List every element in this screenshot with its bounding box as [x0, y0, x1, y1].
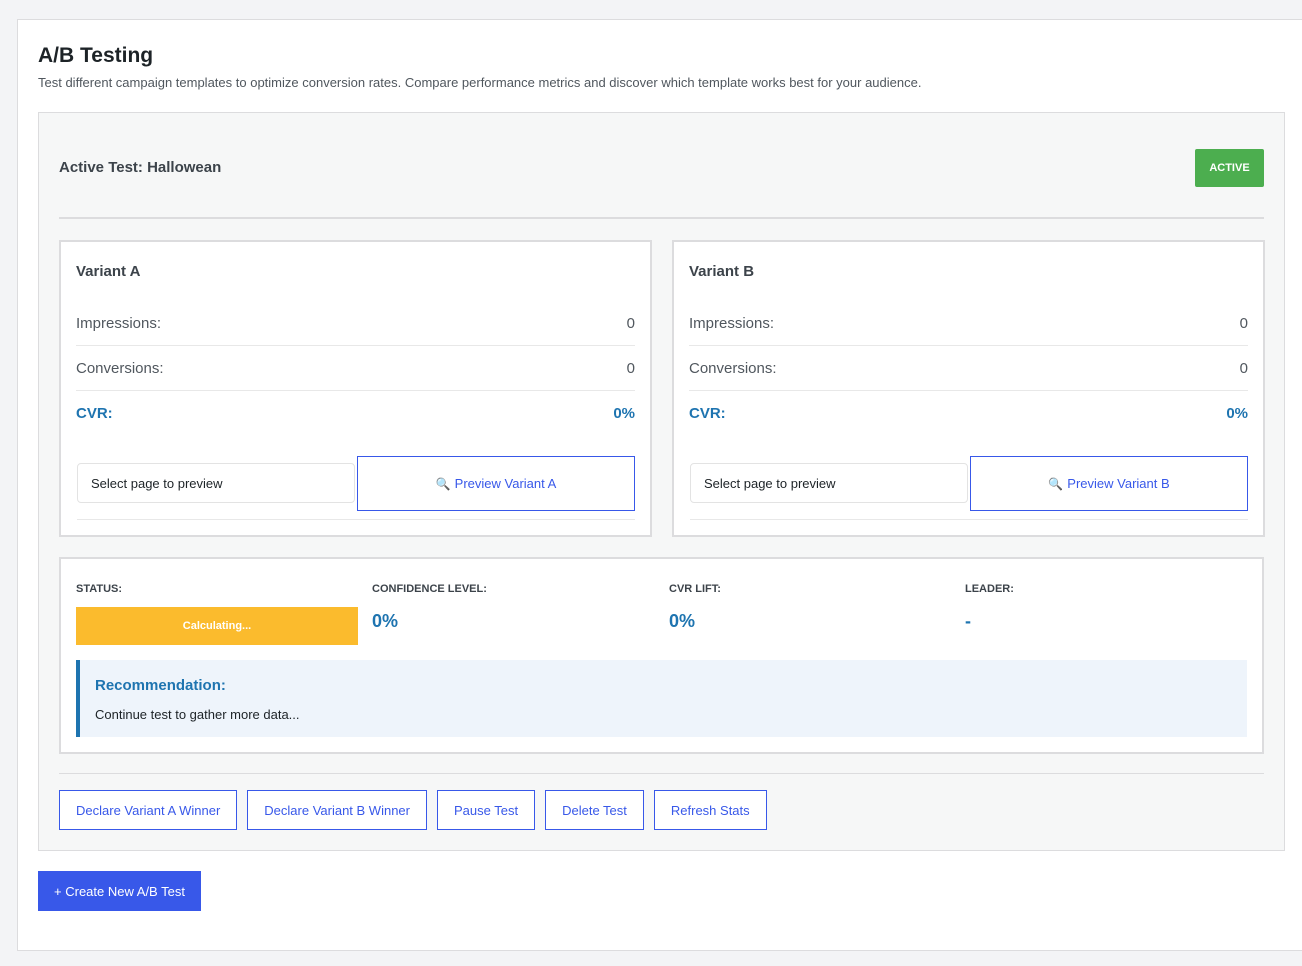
cvr-label: CVR:	[689, 405, 726, 422]
preview-select-text: Select page to preview	[91, 475, 223, 491]
active-test-title: Active Test: Hallowean	[59, 159, 222, 176]
status-indicator: Calculating...	[76, 607, 358, 645]
impressions-row: Impressions: 0	[76, 301, 635, 346]
status-badge: ACTIVE	[1195, 149, 1264, 187]
cvr-value: 0%	[1226, 405, 1248, 422]
leader-value: -	[965, 611, 971, 631]
cvr-lift-label: CVR LIFT:	[669, 583, 721, 595]
declare-variant-b-winner-button[interactable]: Declare Variant B Winner	[247, 790, 427, 830]
preview-page-select[interactable]: Select page to preview	[690, 463, 968, 503]
variant-b-card: Variant B Impressions: 0 Conversions: 0 …	[672, 240, 1265, 537]
cvr-lift-value: 0%	[669, 611, 696, 631]
impressions-value: 0	[1239, 314, 1248, 332]
confidence-label: CONFIDENCE LEVEL:	[372, 583, 487, 595]
impressions-label: Impressions:	[76, 314, 162, 332]
ab-testing-panel: A/B Testing Test different campaign temp…	[17, 19, 1302, 951]
preview-page-select[interactable]: Select page to preview	[77, 463, 355, 503]
impressions-label: Impressions:	[689, 314, 775, 332]
active-test-card: Active Test: Hallowean ACTIVE Variant A …	[38, 112, 1285, 851]
conversions-value: 0	[626, 359, 635, 377]
refresh-stats-button[interactable]: Refresh Stats	[653, 790, 767, 830]
cvr-value: 0%	[613, 405, 635, 422]
leader-label: LEADER:	[965, 583, 1014, 595]
cvr-label: CVR:	[76, 405, 113, 422]
variant-title: Variant A	[76, 263, 141, 280]
impressions-value: 0	[626, 314, 635, 332]
conversions-row: Conversions: 0	[76, 346, 635, 391]
conversions-label: Conversions:	[689, 359, 777, 377]
preview-select-text: Select page to preview	[704, 475, 836, 491]
conversions-row: Conversions: 0	[689, 346, 1248, 391]
preview-variant-a-button[interactable]: 🔍 Preview Variant A	[357, 456, 635, 511]
divider	[690, 519, 1248, 520]
magnifier-icon: 🔍	[435, 476, 451, 491]
pause-test-button[interactable]: Pause Test	[437, 790, 536, 830]
cvr-row: CVR: 0%	[76, 391, 635, 436]
cvr-row: CVR: 0%	[689, 391, 1248, 436]
confidence-value: 0%	[372, 611, 399, 631]
recommendation-box: Recommendation: Continue test to gather …	[76, 660, 1247, 737]
preview-button-label: Preview Variant A	[454, 476, 557, 491]
magnifier-icon: 🔍	[1048, 476, 1064, 491]
impressions-row: Impressions: 0	[689, 301, 1248, 346]
page-description: Test different campaign templates to opt…	[38, 75, 922, 90]
variant-a-card: Variant A Impressions: 0 Conversions: 0 …	[59, 240, 652, 537]
preview-variant-b-button[interactable]: 🔍 Preview Variant B	[970, 456, 1248, 511]
recommendation-text: Continue test to gather more data...	[95, 707, 300, 722]
page-title: A/B Testing	[38, 44, 154, 67]
divider	[59, 217, 1264, 219]
create-new-test-button[interactable]: + Create New A/B Test	[38, 871, 201, 911]
recommendation-title: Recommendation:	[95, 677, 226, 694]
status-label: STATUS:	[76, 583, 123, 595]
test-results-card: STATUS: Calculating... CONFIDENCE LEVEL:…	[59, 557, 1264, 754]
variant-title: Variant B	[689, 263, 755, 280]
conversions-value: 0	[1239, 359, 1248, 377]
declare-variant-a-winner-button[interactable]: Declare Variant A Winner	[59, 790, 238, 830]
divider	[77, 519, 635, 520]
delete-test-button[interactable]: Delete Test	[545, 790, 644, 830]
divider	[59, 773, 1264, 774]
preview-button-label: Preview Variant B	[1067, 476, 1170, 491]
conversions-label: Conversions:	[76, 359, 164, 377]
test-actions: Declare Variant A Winner Declare Variant…	[59, 790, 767, 830]
